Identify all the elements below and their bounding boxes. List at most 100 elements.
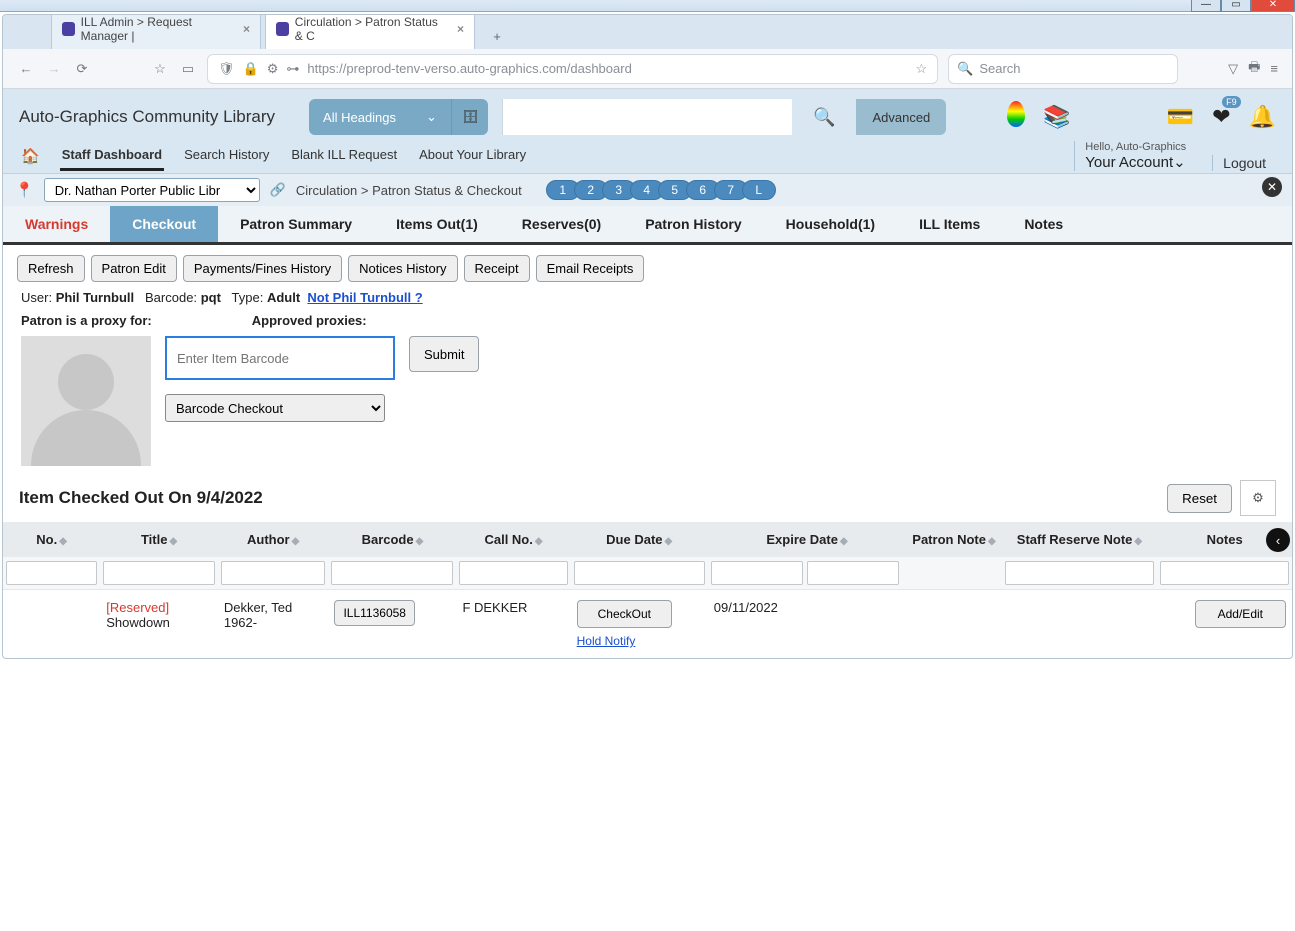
- card-icon[interactable]: 💳: [1167, 104, 1194, 130]
- filter-author[interactable]: [221, 561, 326, 585]
- tab-reserves[interactable]: Reserves(0): [500, 206, 623, 242]
- map-pin-icon: 📍: [15, 181, 34, 199]
- back-icon[interactable]: ←: [17, 60, 35, 78]
- library-select[interactable]: Dr. Nathan Porter Public Libr: [44, 178, 260, 202]
- new-tab-button[interactable]: +: [485, 25, 509, 49]
- close-icon[interactable]: ×: [243, 22, 250, 36]
- col-callno[interactable]: Call No.◆: [456, 522, 570, 557]
- tab-checkout[interactable]: Checkout: [110, 206, 218, 242]
- barcode-button[interactable]: ILL1136058: [334, 600, 415, 626]
- add-edit-button[interactable]: Add/Edit: [1195, 600, 1286, 628]
- sort-icon: ◆: [840, 536, 848, 547]
- notices-history-button[interactable]: Notices History: [348, 255, 457, 282]
- checkout-mode-select[interactable]: Barcode Checkout: [165, 394, 385, 422]
- filter-staffnote[interactable]: [1005, 561, 1155, 585]
- email-receipts-button[interactable]: Email Receipts: [536, 255, 645, 282]
- filter-barcode[interactable]: [331, 561, 453, 585]
- section-title: Item Checked Out On 9/4/2022: [19, 488, 263, 508]
- bookmark-star-icon[interactable]: ☆: [915, 61, 927, 77]
- not-user-link[interactable]: Not Phil Turnbull ?: [307, 290, 422, 305]
- tab-household[interactable]: Household(1): [764, 206, 897, 242]
- hold-notify-link[interactable]: Hold Notify: [577, 634, 702, 648]
- catalog-search-input[interactable]: [502, 99, 792, 135]
- pocket-icon[interactable]: ▽: [1228, 61, 1238, 77]
- lock-icon: 🔒: [243, 61, 259, 77]
- browser-tab[interactable]: Circulation > Patron Status & C ×: [265, 14, 475, 49]
- submit-button[interactable]: Submit: [409, 336, 479, 372]
- reset-button[interactable]: Reset: [1167, 484, 1232, 513]
- nav-staff-dashboard[interactable]: Staff Dashboard: [60, 141, 164, 171]
- refresh-button[interactable]: Refresh: [17, 255, 85, 282]
- col-barcode[interactable]: Barcode◆: [328, 522, 456, 557]
- address-bar[interactable]: 🛡 🔒 ⚙ ⊶ https://preprod-tenv-verso.auto-…: [207, 54, 938, 84]
- favorites-icon[interactable]: ❤F9: [1212, 104, 1230, 130]
- print-icon[interactable]: 🖶: [1248, 58, 1260, 80]
- col-patron-note[interactable]: Patron Note◆: [906, 522, 1001, 557]
- filter-no[interactable]: [6, 561, 97, 585]
- payments-fines-button[interactable]: Payments/Fines History: [183, 255, 342, 282]
- gear-icon[interactable]: ⚙: [1240, 480, 1276, 516]
- chevron-down-icon: ⌄: [426, 109, 437, 125]
- col-staff-note[interactable]: Staff Reserve Note◆: [1002, 522, 1158, 557]
- sort-icon: ◆: [59, 536, 67, 547]
- account-menu[interactable]: Hello, Auto-Graphics Your Account⌄: [1074, 141, 1196, 171]
- user-label: User:: [21, 290, 52, 305]
- patron-edit-button[interactable]: Patron Edit: [91, 255, 177, 282]
- tab-warnings[interactable]: Warnings: [3, 206, 110, 242]
- bookmark-outline-icon[interactable]: ☆: [151, 60, 169, 78]
- bell-icon[interactable]: 🔔: [1249, 104, 1276, 130]
- search-button[interactable]: 🔍: [806, 99, 842, 135]
- section-header: Item Checked Out On 9/4/2022 Reset ⚙: [3, 474, 1292, 522]
- close-panel-icon[interactable]: ✕: [1262, 177, 1282, 197]
- item-barcode-input[interactable]: [165, 336, 395, 380]
- receipt-button[interactable]: Receipt: [464, 255, 530, 282]
- advanced-search-button[interactable]: Advanced: [856, 99, 946, 135]
- logout-link[interactable]: Logout: [1212, 155, 1276, 171]
- browser-search[interactable]: 🔍 Search: [948, 54, 1178, 84]
- filter-notes[interactable]: [1160, 561, 1289, 585]
- tab-items-out[interactable]: Items Out(1): [374, 206, 500, 242]
- sort-icon: ◆: [292, 536, 300, 547]
- scroll-left-icon[interactable]: ‹: [1266, 528, 1290, 552]
- close-icon[interactable]: ×: [457, 22, 464, 36]
- col-title[interactable]: Title◆: [100, 522, 218, 557]
- user-info: User: Phil Turnbull Barcode: pqt Type: A…: [3, 288, 1292, 313]
- nav-search-history[interactable]: Search History: [182, 141, 271, 171]
- filter-expire2[interactable]: [807, 561, 899, 585]
- col-author[interactable]: Author◆: [218, 522, 329, 557]
- tab-patron-summary[interactable]: Patron Summary: [218, 206, 374, 242]
- library-icon[interactable]: ▭: [179, 60, 197, 78]
- database-icon[interactable]: 🗄: [452, 109, 489, 125]
- search-icon: 🔍: [957, 61, 973, 77]
- home-icon[interactable]: 🏠: [19, 141, 42, 171]
- window-maximize[interactable]: ▭: [1221, 0, 1251, 12]
- headings-dropdown[interactable]: All Headings ⌄: [309, 99, 452, 135]
- col-no[interactable]: No.◆: [3, 522, 100, 557]
- col-expire[interactable]: Expire Date◆: [708, 522, 907, 557]
- window-minimize[interactable]: —: [1191, 0, 1221, 12]
- window-close[interactable]: ✕: [1251, 0, 1295, 12]
- forward-icon[interactable]: →: [45, 60, 63, 78]
- hamburger-icon[interactable]: ≡: [1270, 61, 1278, 76]
- proxy-labels: Patron is a proxy for: Approved proxies:: [3, 313, 1292, 328]
- opac-preview-icon[interactable]: 📚: [1043, 104, 1070, 130]
- tab-ill-items[interactable]: ILL Items: [897, 206, 1002, 242]
- sort-icon: ◆: [169, 536, 177, 547]
- col-duedate[interactable]: Due Date◆: [571, 522, 708, 557]
- help-balloon-icon[interactable]: [1007, 101, 1025, 133]
- nav-about-library[interactable]: About Your Library: [417, 141, 528, 171]
- filter-callno[interactable]: [459, 561, 567, 585]
- sort-icon: ◆: [535, 536, 543, 547]
- filter-expire[interactable]: [711, 561, 803, 585]
- browser-tab[interactable]: ILL Admin > Request Manager | ×: [51, 14, 261, 49]
- nav-blank-ill[interactable]: Blank ILL Request: [289, 141, 399, 171]
- filter-duedate[interactable]: [574, 561, 705, 585]
- session-pills: 1 2 3 4 5 6 7 L: [546, 180, 776, 200]
- session-pill[interactable]: L: [742, 180, 776, 200]
- reload-icon[interactable]: ⟳: [73, 60, 91, 78]
- tab-notes[interactable]: Notes: [1002, 206, 1085, 242]
- checkout-button[interactable]: CheckOut: [577, 600, 672, 628]
- user-type: Adult: [267, 290, 300, 305]
- tab-patron-history[interactable]: Patron History: [623, 206, 763, 242]
- filter-title[interactable]: [103, 561, 215, 585]
